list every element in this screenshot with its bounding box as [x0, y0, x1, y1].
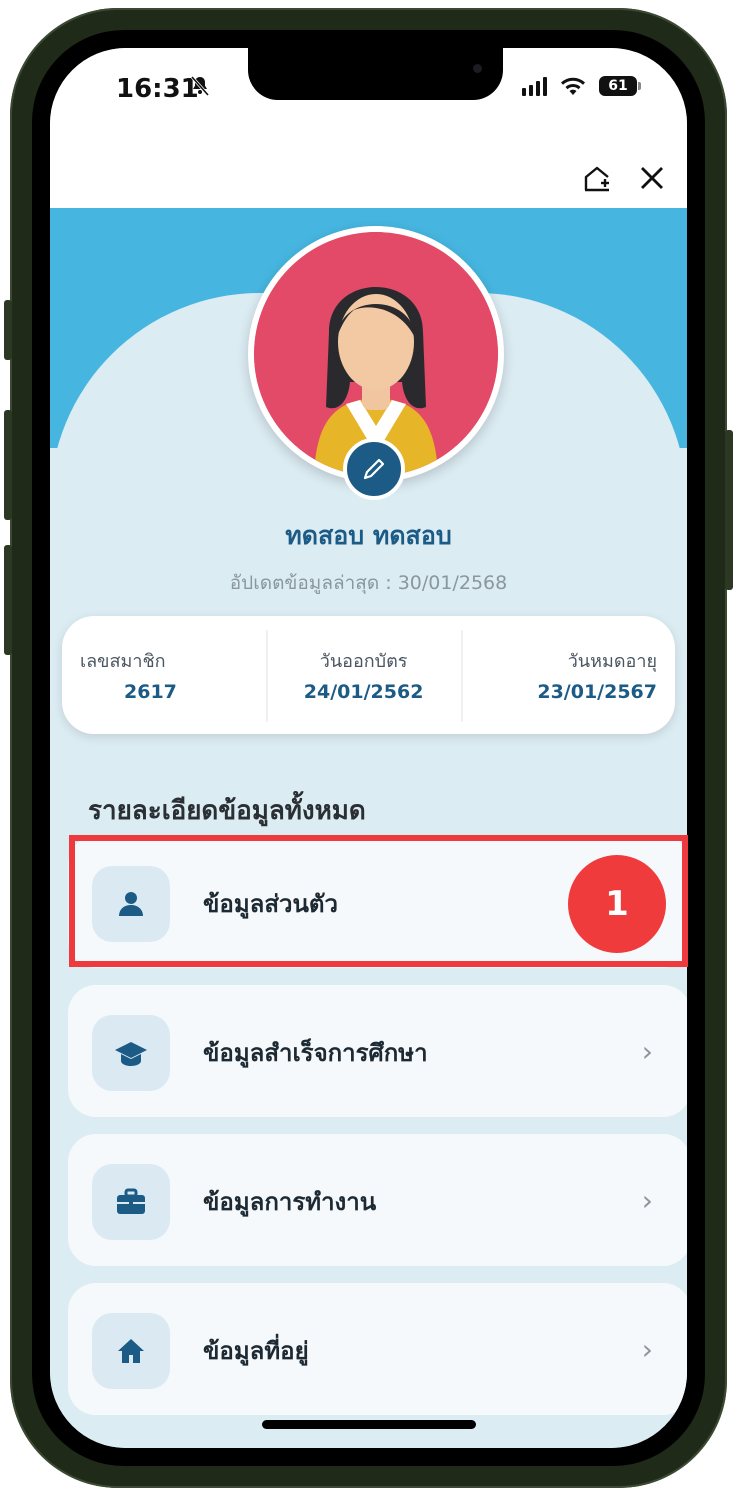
chevron-right-icon: › [641, 1035, 653, 1068]
menu-item-address-info[interactable]: ข้อมูลที่อยู่ › [68, 1283, 687, 1415]
step-badge: 1 [568, 855, 666, 953]
menu-item-work-info[interactable]: ข้อมูลการทำงาน › [68, 1134, 687, 1266]
graduation-cap-icon [92, 1015, 170, 1091]
info-value: 24/01/2562 [303, 681, 424, 703]
profile-name: ทดสอบ ทดสอบ [285, 521, 452, 550]
side-button [4, 545, 12, 655]
chevron-right-icon: › [641, 1333, 653, 1366]
chevron-right-icon: › [641, 1184, 653, 1217]
app-screen: 16:31 61 ทดสอบ ทดสอบ อัปเดตข้อมูลล่าสุด … [50, 48, 687, 1448]
section-title: รายละเอียดข้อมูลทั้งหมด [88, 796, 366, 826]
member-number: เลขสมาชิก 2617 [62, 616, 266, 734]
menu-label: ข้อมูลที่อยู่ [203, 1337, 309, 1365]
side-button [4, 410, 12, 520]
last-updated-text: อัปเดตข้อมูลล่าสุด : 30/01/2568 [229, 572, 508, 594]
issue-date: วันออกบัตร 24/01/2562 [265, 616, 462, 734]
menu-label: ข้อมูลส่วนตัว [203, 890, 338, 918]
signal-icon [522, 76, 547, 96]
menu-item-education-info[interactable]: ข้อมูลสำเร็จการศึกษา › [68, 985, 687, 1117]
briefcase-icon [92, 1164, 170, 1240]
home-indicator[interactable] [262, 1420, 476, 1429]
status-time: 16:31 [116, 74, 199, 104]
menu-label: ข้อมูลการทำงาน [203, 1188, 377, 1216]
side-button [4, 300, 12, 360]
bell-slash-icon [188, 74, 212, 104]
wifi-icon [561, 77, 585, 95]
expiry-date: วันหมดอายุ 23/01/2567 [461, 616, 675, 734]
menu-label: ข้อมูลสำเร็จการศึกษา [203, 1039, 428, 1067]
side-button [725, 430, 733, 590]
person-icon [92, 866, 170, 942]
pencil-icon [363, 458, 385, 480]
battery-icon: 61 [599, 76, 641, 96]
info-label: วันออกบัตร [319, 651, 408, 672]
home-icon [92, 1313, 170, 1389]
status-icons: 61 [522, 76, 641, 96]
info-label: วันหมดอายุ [567, 651, 657, 672]
member-info-card: เลขสมาชิก 2617 วันออกบัตร 24/01/2562 วัน… [62, 616, 675, 734]
info-value: 2617 [124, 681, 177, 703]
notch [248, 48, 503, 100]
edit-profile-button[interactable] [343, 438, 405, 500]
info-label: เลขสมาชิก [80, 651, 166, 672]
close-icon[interactable] [632, 158, 672, 198]
add-to-home-icon[interactable] [577, 158, 617, 198]
info-value: 23/01/2567 [537, 681, 657, 703]
